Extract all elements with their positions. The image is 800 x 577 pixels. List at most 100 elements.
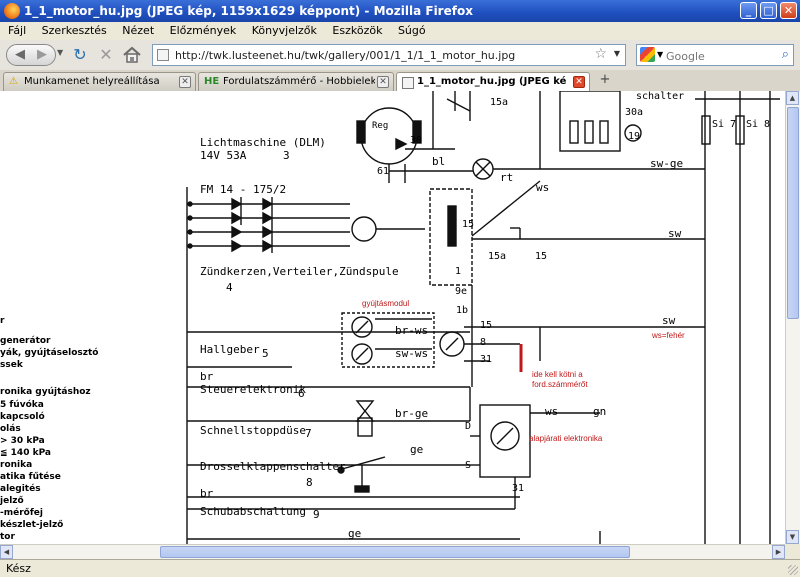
label-br-ge: br-ge xyxy=(395,407,429,420)
new-tab-button[interactable]: + xyxy=(598,73,612,87)
vertical-scrollbar[interactable]: ▲ ▼ xyxy=(785,91,800,544)
annotation-ford: ford.számmérőt xyxy=(532,380,588,389)
label-tS: S xyxy=(465,460,472,471)
legend-line: r xyxy=(0,316,5,326)
label-t15a: 15a xyxy=(488,251,507,262)
search-input[interactable] xyxy=(664,47,776,65)
menu-help[interactable]: Súgó xyxy=(390,22,430,37)
legend-line: ronika gyújtáshoz xyxy=(0,387,91,397)
label-sw-2: sw xyxy=(662,314,676,327)
label-ws-2: ws xyxy=(545,405,559,418)
menu-edit[interactable]: Szerkesztés xyxy=(34,22,111,37)
firefox-icon xyxy=(4,3,20,19)
tab-close-icon[interactable]: ✕ xyxy=(377,76,389,88)
label-br-ws: br-ws xyxy=(395,324,429,337)
url-dropdown-icon[interactable]: ▼ xyxy=(614,49,620,58)
annotation-gyujtasmodul: gyújtásmodul xyxy=(362,299,410,308)
annotation-ide-kell: ide kell kötni a xyxy=(532,370,583,379)
scroll-left-icon[interactable]: ◀ xyxy=(0,545,13,559)
tab-close-icon[interactable]: ✕ xyxy=(179,76,191,88)
resize-grip-icon[interactable] xyxy=(788,565,798,575)
label-t9e: 9e xyxy=(455,286,468,297)
legend-line: 5 fúvóka xyxy=(0,400,44,410)
legend-line: alegités xyxy=(0,484,41,494)
maximize-button[interactable]: □ xyxy=(760,2,777,19)
menu-history[interactable]: Előzmények xyxy=(162,22,241,37)
image-favicon xyxy=(402,77,414,89)
horizontal-scrollbar[interactable]: ◀ ▶ xyxy=(0,544,785,559)
scroll-right-icon[interactable]: ▶ xyxy=(772,545,785,559)
status-text: Kész xyxy=(6,562,31,575)
legend-line: olás xyxy=(0,424,21,434)
label-number-8: 8 xyxy=(306,476,313,489)
title-bar: 1_1_motor_hu.jpg (JPEG kép, 1159x1629 ké… xyxy=(0,0,800,22)
label-fm: FM 14 - 175/2 xyxy=(200,183,287,196)
vertical-scroll-thumb[interactable] xyxy=(787,107,799,319)
engine-dropdown-icon[interactable]: ▼ xyxy=(657,50,663,59)
tab-label: Munkamenet helyreállítása xyxy=(24,76,160,87)
stop-button[interactable]: ✕ xyxy=(96,44,116,66)
scroll-down-icon[interactable]: ▼ xyxy=(786,530,799,544)
menu-view[interactable]: Nézet xyxy=(114,22,158,37)
annotation-ws-feher: ws=fehér xyxy=(652,331,685,340)
url-text[interactable]: http://twk.lusteenet.hu/twk/gallery/001/… xyxy=(175,49,515,62)
home-icon xyxy=(123,46,141,63)
label-number-5: 5 xyxy=(262,347,269,360)
label-ge-2: ge xyxy=(348,527,362,540)
legend-line: kapcsoló xyxy=(0,412,45,422)
tab-motor-image[interactable]: 1_1_motor_hu.jpg (JPEG kép, 11... ✕ xyxy=(396,72,590,92)
tab-bar: ⚠ Munkamenet helyreállítása ✕ HE Fordula… xyxy=(0,70,800,92)
label-steuer: Steuerelektronik xyxy=(200,383,306,396)
legend-line: atika fűtése xyxy=(0,472,61,482)
label-tD: D xyxy=(465,421,472,432)
back-forward-group: ◀ ▶ xyxy=(6,44,56,66)
scrollbar-corner xyxy=(785,544,800,559)
bookmark-star-icon[interactable]: ☆ xyxy=(594,46,607,62)
annotation-alapjarati: alapjárati elektronika xyxy=(529,434,603,443)
label-number-6: 6 xyxy=(298,387,305,400)
menu-file[interactable]: Fájl xyxy=(0,22,30,37)
label-sw-ws: sw-ws xyxy=(395,347,429,360)
label-t61: 61 xyxy=(377,166,390,177)
menu-bookmarks[interactable]: Könyvjelzők xyxy=(244,22,321,37)
minimize-button[interactable]: _ xyxy=(740,2,757,19)
tab-session-restore[interactable]: ⚠ Munkamenet helyreállítása ✕ xyxy=(3,72,196,91)
tab-hobbielektronika[interactable]: HE Fordulatszámmérő - Hobbielektronika..… xyxy=(198,72,394,91)
reload-button[interactable]: ↻ xyxy=(70,44,90,66)
url-bar[interactable]: http://twk.lusteenet.hu/twk/gallery/001/… xyxy=(152,44,626,66)
forward-icon[interactable]: ▶ xyxy=(37,47,47,62)
label-bl: bl xyxy=(432,155,446,168)
legend-line: > 30 kPa xyxy=(0,436,45,446)
label-t30: 30 xyxy=(410,135,423,146)
navigation-toolbar: ◀ ▶ ▼ ↻ ✕ http://twk.lusteenet.hu/twk/ga… xyxy=(0,40,800,71)
legend-line: tor xyxy=(0,532,15,542)
search-icon[interactable]: ⌕ xyxy=(782,47,789,62)
legend-line: jelző xyxy=(0,496,24,506)
close-button[interactable]: ✕ xyxy=(780,2,797,19)
label-t31: 31 xyxy=(480,354,493,365)
status-bar: Kész xyxy=(0,559,800,577)
scroll-up-icon[interactable]: ▲ xyxy=(786,91,799,105)
label-number-19: 19 xyxy=(628,131,641,142)
horizontal-scroll-thumb[interactable] xyxy=(160,546,630,558)
label-rating: 14V 53A xyxy=(200,149,247,162)
back-icon[interactable]: ◀ xyxy=(15,47,25,62)
label-br-2: br xyxy=(200,487,214,500)
legend-line: -mérőfej xyxy=(0,508,43,518)
menu-tools[interactable]: Eszközök xyxy=(324,22,386,37)
label-t1b: 1b xyxy=(456,305,469,316)
window-title: 1_1_motor_hu.jpg (JPEG kép, 1159x1629 ké… xyxy=(24,4,473,18)
tab-close-icon[interactable]: ✕ xyxy=(573,76,585,88)
label-schnellstopp: Schnellstoppdüse xyxy=(200,424,306,437)
image-viewport: r generátor yák, gyújtáselosztó ssek ron… xyxy=(0,91,785,544)
he-site-icon: HE xyxy=(204,76,220,87)
history-dropdown-icon[interactable]: ▼ xyxy=(57,48,63,57)
google-engine-icon[interactable] xyxy=(640,47,655,62)
label-schub: Schubabschaltung xyxy=(200,505,306,518)
legend-line: készlet-jelző xyxy=(0,520,64,530)
legend-line: generátor xyxy=(0,336,51,346)
label-drossel: Drosselklappenschalter xyxy=(200,460,346,473)
home-button[interactable] xyxy=(121,44,145,66)
legend-line: yák, gyújtáselosztó xyxy=(0,348,99,358)
menu-bar: Fájl Szerkesztés Nézet Előzmények Könyvj… xyxy=(0,22,800,40)
